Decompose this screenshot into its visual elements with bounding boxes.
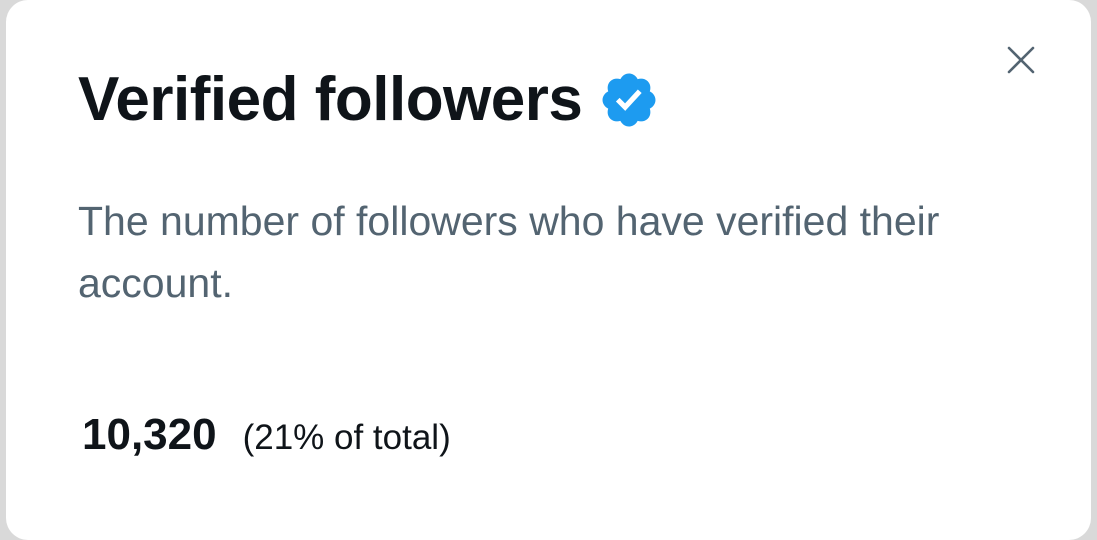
close-button[interactable] [1001, 40, 1041, 80]
dialog-description: The number of followers who have verifie… [78, 198, 940, 306]
verified-badge-icon [602, 73, 656, 127]
verified-follower-count: 10,320 [82, 410, 217, 459]
dialog-title: Verified followers [78, 65, 583, 134]
verified-followers-dialog: Verified followers The number of followe… [6, 0, 1091, 540]
dialog-header: Verified followers [78, 62, 660, 138]
close-icon [1007, 46, 1035, 74]
stats-row: 10,320 (21% of total) [82, 405, 451, 468]
percent-of-total: (21% of total) [242, 418, 451, 457]
